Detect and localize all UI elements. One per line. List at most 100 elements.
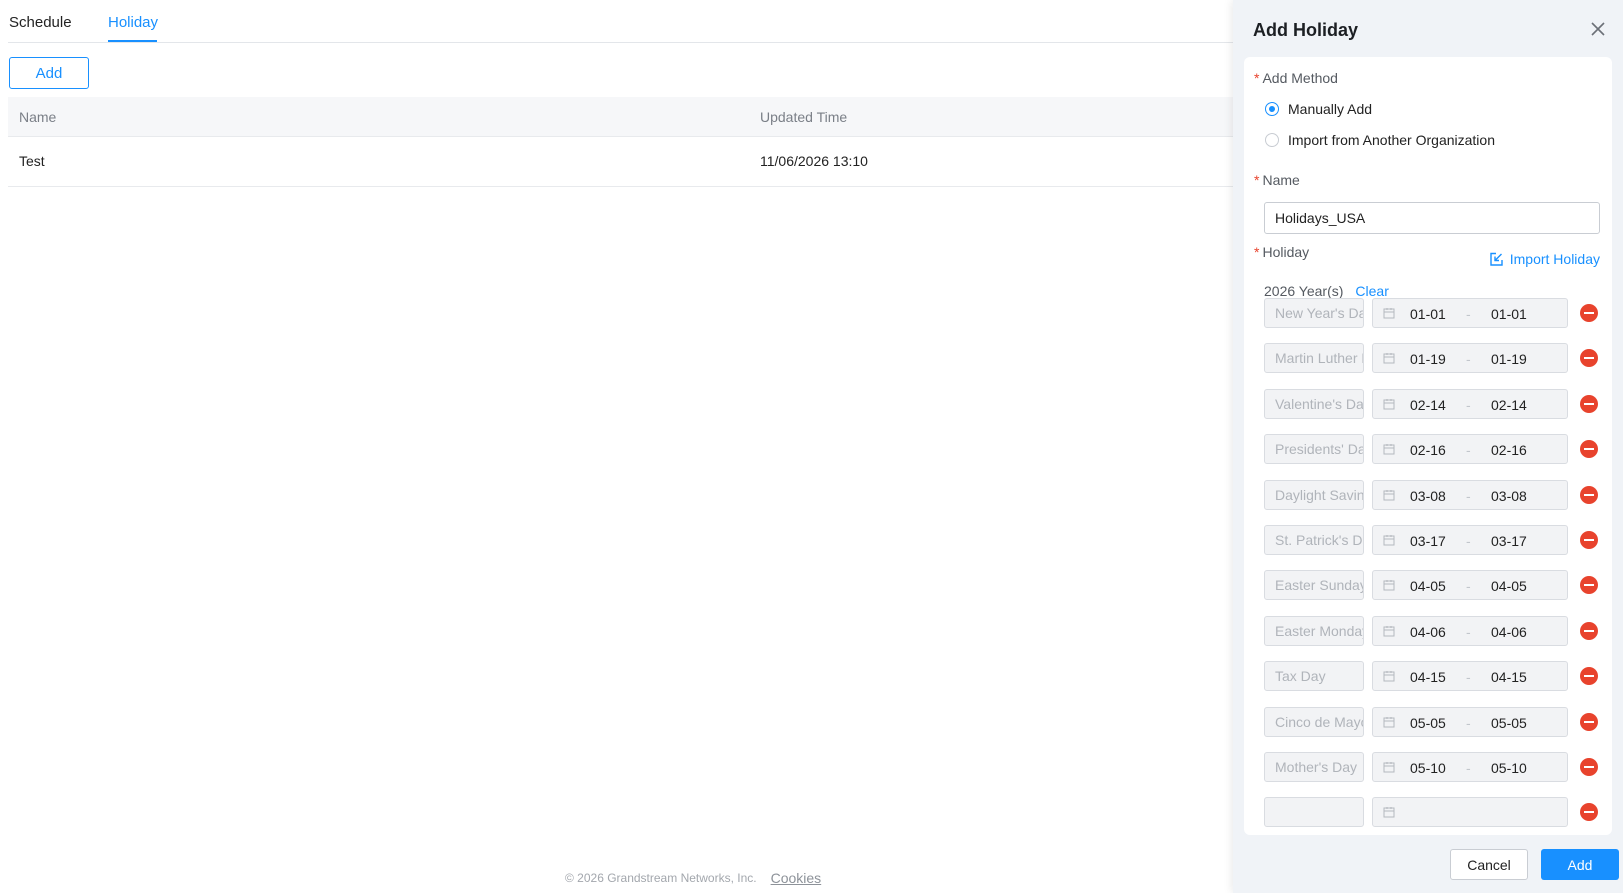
drawer-footer: Cancel Add	[1233, 836, 1623, 893]
holiday-date-range[interactable]: 05-10 - 05-10	[1372, 752, 1568, 782]
start-date: 01-19	[1410, 351, 1446, 368]
end-date: 04-06	[1491, 623, 1527, 640]
holiday-date-range[interactable]: 04-05 - 04-05	[1372, 570, 1568, 601]
active-tab-indicator	[108, 40, 157, 42]
close-icon[interactable]	[1589, 20, 1607, 38]
tab-holiday[interactable]: Holiday	[108, 14, 158, 31]
start-date: 05-10	[1410, 760, 1446, 776]
radio-unchecked-icon[interactable]	[1265, 133, 1279, 147]
holiday-row: Martin Luther King Jr. Day 01-19 - 01-19	[1264, 343, 1600, 374]
holiday-date-range[interactable]: 05-05 - 05-05	[1372, 706, 1568, 737]
calendar-icon	[1383, 353, 1395, 364]
holiday-name-field[interactable]: Cinco de Mayo	[1264, 706, 1364, 737]
remove-holiday-icon[interactable]	[1580, 531, 1598, 549]
start-date: 04-15	[1410, 669, 1446, 686]
table-header: Name Updated Time	[8, 97, 1233, 137]
name-label-text: Name	[1262, 172, 1300, 188]
holiday-name-field[interactable]: New Year's Day	[1264, 298, 1364, 328]
holiday-date-range[interactable]: 04-06 - 04-06	[1372, 615, 1568, 646]
range-separator: -	[1466, 442, 1471, 459]
cookies-link[interactable]: Cookies	[771, 870, 822, 886]
calendar-icon	[1383, 444, 1395, 455]
holiday-name-field[interactable]: Presidents' Day	[1264, 434, 1364, 465]
remove-holiday-icon[interactable]	[1580, 440, 1598, 459]
remove-holiday-icon[interactable]	[1580, 758, 1598, 776]
row-name: Test	[19, 153, 45, 169]
holiday-row: Easter Sunday 04-05 - 04-05	[1264, 570, 1600, 601]
holiday-label: * Holiday	[1254, 244, 1309, 260]
holiday-row	[1264, 797, 1600, 828]
calendar-icon	[1383, 535, 1395, 546]
copyright-text: © 2026 Grandstream Networks, Inc.	[565, 871, 757, 885]
holiday-date-range[interactable]: 03-08 - 03-08	[1372, 479, 1568, 510]
holiday-row: Presidents' Day 02-16 - 02-16	[1264, 434, 1600, 465]
name-input[interactable]	[1264, 202, 1600, 234]
add-holiday-drawer: Add Holiday * Add Method Manually Add Imp…	[1233, 0, 1623, 893]
remove-holiday-icon[interactable]	[1580, 349, 1598, 368]
required-mark: *	[1254, 70, 1260, 86]
import-holiday-text: Import Holiday	[1509, 251, 1600, 267]
holiday-date-range[interactable]	[1372, 797, 1568, 828]
holiday-name-field[interactable]: Mother's Day	[1264, 752, 1364, 782]
cancel-button[interactable]: Cancel	[1450, 849, 1528, 880]
holiday-name-field[interactable]: Easter Sunday	[1264, 570, 1364, 601]
radio-label: Manually Add	[1288, 101, 1373, 117]
clear-link[interactable]: Clear	[1355, 283, 1388, 299]
add-holiday-button[interactable]: Add	[9, 57, 89, 89]
holiday-name-field[interactable]: Easter Monday	[1264, 615, 1364, 646]
radio-checked-icon[interactable]	[1265, 102, 1279, 116]
holiday-date-range[interactable]: 04-15 - 04-15	[1372, 661, 1568, 692]
remove-holiday-icon[interactable]	[1580, 485, 1598, 504]
holiday-name-field[interactable]: Martin Luther King Jr. Day	[1264, 343, 1364, 374]
holiday-row: Daylight Saving Time starts 03-08 - 03-08	[1264, 479, 1600, 510]
range-separator: -	[1466, 623, 1471, 640]
calendar-icon	[1383, 625, 1395, 637]
column-header-updated-time[interactable]: Updated Time	[760, 109, 847, 125]
remove-holiday-icon[interactable]	[1580, 667, 1598, 686]
range-separator: -	[1466, 487, 1471, 504]
holiday-name-field[interactable]: St. Patrick's Day	[1264, 525, 1364, 555]
column-header-name[interactable]: Name	[19, 109, 56, 125]
tab-schedule[interactable]: Schedule	[9, 14, 72, 31]
remove-holiday-icon[interactable]	[1580, 803, 1598, 822]
start-date: 04-06	[1410, 623, 1446, 640]
holiday-date-range[interactable]: 02-16 - 02-16	[1372, 434, 1568, 465]
remove-holiday-icon[interactable]	[1580, 712, 1598, 731]
holiday-name-field[interactable]: Daylight Saving Time starts	[1264, 479, 1364, 510]
remove-holiday-icon[interactable]	[1580, 394, 1598, 413]
radio-manually-add[interactable]: Manually Add	[1265, 101, 1372, 117]
remove-holiday-icon[interactable]	[1580, 304, 1598, 322]
row-updated-time: 11/06/2026 13:10	[760, 153, 868, 169]
holiday-date-range[interactable]: 03-17 - 03-17	[1372, 525, 1568, 555]
remove-holiday-icon[interactable]	[1580, 576, 1598, 595]
holiday-name-field[interactable]	[1264, 797, 1364, 828]
holiday-name-field[interactable]: Valentine's Day	[1264, 388, 1364, 419]
drawer-title: Add Holiday	[1253, 20, 1359, 40]
holiday-row: Cinco de Mayo 05-05 - 05-05	[1264, 706, 1600, 737]
calendar-icon	[1383, 762, 1395, 773]
holiday-name-field[interactable]: Tax Day	[1264, 661, 1364, 692]
range-separator: -	[1466, 306, 1471, 322]
holiday-row: Easter Monday 04-06 - 04-06	[1264, 615, 1600, 646]
end-date: 01-19	[1491, 351, 1527, 368]
range-separator: -	[1466, 351, 1471, 368]
remove-holiday-icon[interactable]	[1580, 621, 1598, 640]
year-row: 2026 Year(s) Clear	[1264, 283, 1389, 299]
holiday-date-range[interactable]: 02-14 - 02-14	[1372, 388, 1568, 419]
table-row[interactable]: Test 11/06/2026 13:10	[8, 137, 1233, 187]
holiday-row: Valentine's Day 02-14 - 02-14	[1264, 388, 1600, 419]
import-holiday-link[interactable]: Import Holiday	[1489, 251, 1600, 267]
range-separator: -	[1466, 578, 1471, 595]
holiday-date-range[interactable]: 01-19 - 01-19	[1372, 343, 1568, 374]
name-label: * Name	[1254, 172, 1300, 188]
holiday-date-range[interactable]: 01-01 - 01-01	[1372, 298, 1568, 328]
radio-import-organization[interactable]: Import from Another Organization	[1265, 132, 1495, 148]
tab-bar: Schedule Holiday	[8, 0, 1233, 43]
end-date: 02-16	[1491, 442, 1527, 459]
start-date: 05-05	[1410, 714, 1446, 731]
holiday-row: Mother's Day 05-10 - 05-10	[1264, 752, 1600, 782]
calendar-icon	[1383, 807, 1395, 818]
add-button[interactable]: Add	[1541, 849, 1619, 880]
holiday-row: Tax Day 04-15 - 04-15	[1264, 661, 1600, 692]
year-text: 2026 Year(s)	[1264, 283, 1344, 299]
